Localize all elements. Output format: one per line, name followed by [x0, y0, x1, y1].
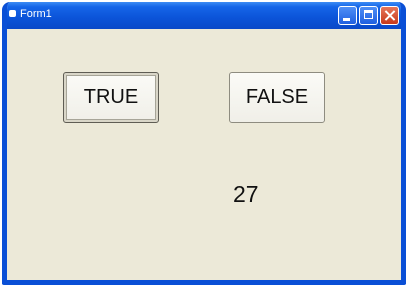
window-title: Form1: [20, 8, 52, 20]
result-label: 27: [233, 181, 259, 207]
true-button[interactable]: TRUE: [63, 72, 159, 123]
title-bar[interactable]: Form1: [7, 2, 401, 29]
app-icon[interactable]: [9, 10, 16, 17]
form1-window: Form1: [2, 2, 406, 285]
false-button[interactable]: FALSE: [229, 72, 325, 123]
minimize-icon[interactable]: [338, 6, 357, 25]
close-icon[interactable]: [380, 6, 399, 25]
maximize-icon[interactable]: [359, 6, 378, 25]
